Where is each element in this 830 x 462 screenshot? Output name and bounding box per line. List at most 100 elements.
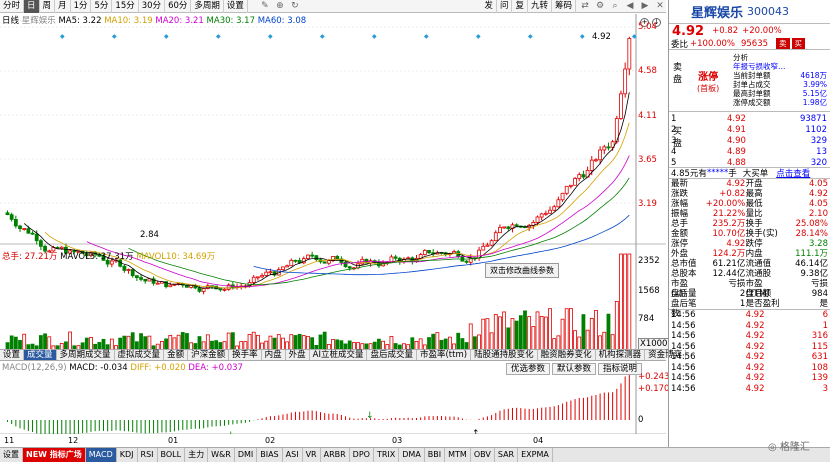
indicator-tab-4[interactable]: RSI [138, 448, 158, 462]
tb-60min[interactable]: 60分 [165, 0, 192, 13]
candle-body [38, 240, 43, 247]
tb-5min[interactable]: 5分 [91, 0, 113, 13]
candle-body [322, 261, 327, 264]
tb-minute[interactable]: 分时 [0, 0, 25, 13]
vol-tab-3[interactable]: 虚拟成交量 [115, 350, 165, 360]
tick-row-0: 14:56 4.92 6 [669, 310, 830, 321]
candle-body [222, 288, 227, 291]
analysis-label-5: 涨停成交额 [733, 98, 771, 107]
bid-row-3[interactable]: 4 4.89 13 [669, 147, 829, 157]
macd-legend: MACD(12,26,9) MACD: -0.034 DIFF: +0.020 … [2, 363, 243, 373]
bid-row-4[interactable]: 5 4.88 320 [669, 158, 829, 168]
vol-tab-8[interactable]: 外盘 [286, 350, 310, 360]
next-icon[interactable]: ▶ [639, 0, 651, 12]
tb-settings[interactable]: 设置 [224, 0, 248, 13]
vol-tab-7[interactable]: 内盘 [262, 350, 286, 360]
indicator-tab-6[interactable]: 主力 [185, 448, 209, 462]
indicator-tab-18[interactable]: OBV [471, 448, 495, 462]
indicator-tab-20[interactable]: EXPMA [518, 448, 553, 462]
compare-icon[interactable]: ⇄ [579, 0, 591, 12]
tb-publish[interactable]: 发 [481, 0, 497, 13]
indicator-tab-7[interactable]: W&R [208, 448, 235, 462]
vol-tab-2[interactable]: 多周期成交量 [57, 350, 115, 360]
stat-value: 亏损 [728, 279, 746, 289]
indicator-tab-10[interactable]: ASI [283, 448, 303, 462]
stat-label: 换手(实) [745, 229, 778, 239]
indicator-tab-2[interactable]: MACD [85, 448, 117, 462]
vol-tab-10[interactable]: 盘后成交量 [367, 350, 417, 360]
vol-tab-5[interactable]: 沪深金额 [188, 350, 230, 360]
indicator-tab-15[interactable]: DMA [399, 448, 425, 462]
indicator-tab-17[interactable]: MTM [445, 448, 471, 462]
stat-value: 3.28 [809, 239, 828, 249]
stat-value: 4.92 [726, 239, 746, 249]
candle-body [255, 276, 260, 279]
candle-body [543, 212, 548, 215]
tb-month[interactable]: 月 [55, 0, 71, 13]
vol-tab-1[interactable]: 成交量 [24, 350, 57, 360]
vol-tab-14[interactable]: 机构探测器 [596, 350, 646, 360]
tb-nine[interactable]: 九转 [528, 0, 552, 13]
volume-bar [564, 308, 569, 353]
indicator-tab-8[interactable]: DMI [235, 448, 258, 462]
bid-row-1[interactable]: 2 4.91 1102 [669, 125, 829, 135]
bid-row-0[interactable]: 1 4.92 93871 [669, 114, 829, 124]
indicator-tab-13[interactable]: DPO [350, 448, 374, 462]
tb-ask[interactable]: 问 [497, 0, 513, 13]
draw-icon[interactable]: ✎ [259, 0, 271, 12]
tb-review[interactable]: 复 [512, 0, 528, 13]
vol-tab-4[interactable]: 金额 [164, 350, 189, 360]
tb-30min[interactable]: 30分 [139, 0, 166, 13]
bid-row-2[interactable]: 3 4.90 329 [669, 136, 829, 146]
tb-day[interactable]: 日 [24, 0, 40, 13]
vol-tab-13[interactable]: 融资融券变化 [538, 350, 596, 360]
search-icon[interactable]: ⌕ [609, 0, 621, 12]
tb-week[interactable]: 周 [40, 0, 56, 13]
vol-tab-9[interactable]: AI立桩成交量 [310, 350, 368, 360]
vol-tab-6[interactable]: 换手率 [229, 350, 262, 360]
volume-bar [569, 308, 573, 353]
analysis-label-1[interactable]: 年报亏损收窄… [733, 62, 786, 71]
tb-chips[interactable]: 筹码 [552, 0, 576, 13]
tb-15min[interactable]: 15分 [112, 0, 139, 13]
vol-tab-11[interactable]: 市盈率(ttm) [417, 350, 472, 360]
sell-button[interactable]: 卖 [776, 38, 790, 49]
default-params-button[interactable]: 默认参数 [552, 363, 597, 375]
vol-tab-0[interactable]: 设置 [0, 350, 25, 360]
zoom-icon[interactable]: ⊕ [274, 0, 286, 12]
optimal-params-button[interactable]: 优选参数 [506, 363, 551, 375]
candle-body [281, 266, 285, 270]
candle-body [285, 265, 290, 268]
tb-multi-period[interactable]: 多周期 [191, 0, 224, 13]
refresh-icon[interactable]: ↻ [289, 0, 301, 12]
stat-label: 涨幅 [671, 199, 689, 209]
indicator-tab-9[interactable]: BIAS [257, 448, 283, 462]
candle-body [122, 265, 127, 271]
high-label: 4.92 [592, 32, 611, 42]
indicator-tab-11[interactable]: VR [303, 448, 321, 462]
indicator-tab-14[interactable]: TRIX [374, 448, 400, 462]
volume-bar [539, 316, 544, 353]
buy-button[interactable]: 买 [791, 38, 806, 49]
date-12: 12 [68, 436, 79, 445]
tb-1min[interactable]: 1分 [71, 0, 92, 13]
settings-icon[interactable]: ⚙ [594, 0, 606, 12]
indicator-tab-1[interactable]: NEW 指标广场 [23, 448, 86, 462]
indicator-tab-5[interactable]: BOLL [158, 448, 186, 462]
indicator-tab-12[interactable]: ARBR [321, 448, 350, 462]
vol-tab-12[interactable]: 陆股通持股变化 [471, 350, 538, 360]
stat-value: +0.82 [719, 189, 746, 199]
indicator-help-button[interactable]: 指标说明 [598, 363, 643, 375]
bigbuy-price: 4.85元有 [671, 169, 707, 179]
bid-book: 买盘 1 4.92 93871 2 4.91 1102 3 4.90 329 4 4.89 13 5 4.… [669, 112, 830, 168]
analysis-label-0[interactable]: 分析 [733, 53, 748, 62]
indicator-tab-0[interactable]: 设置 [0, 448, 23, 462]
indicator-tab-16[interactable]: BBI [425, 448, 446, 462]
macd-name: MACD(12,26,9) [2, 363, 67, 373]
indicator-tab-3[interactable]: KDJ [117, 448, 138, 462]
indicator-tab-19[interactable]: SAR [495, 448, 519, 462]
view-link[interactable]: 点击查看 [776, 167, 810, 179]
candle-body [502, 226, 507, 229]
prev-icon[interactable]: ◀ [624, 0, 636, 12]
close-icon[interactable]: ✕ [654, 0, 666, 12]
